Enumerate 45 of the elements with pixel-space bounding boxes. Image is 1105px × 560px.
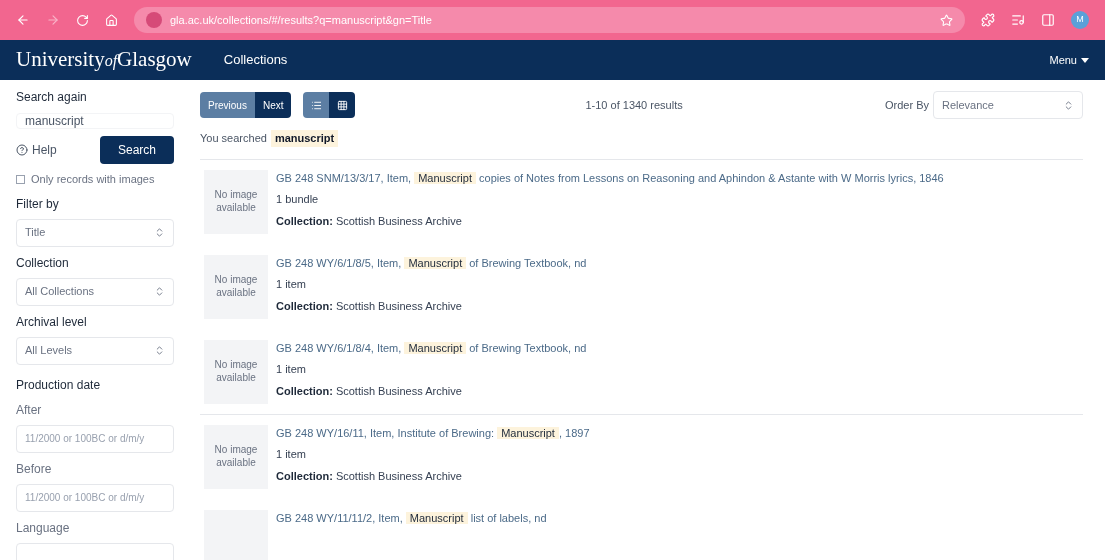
extent-text: 1 item bbox=[276, 277, 307, 292]
no-image-text: No image available bbox=[213, 274, 259, 299]
filter-select[interactable]: Title bbox=[16, 218, 174, 247]
url-text: gla.ac.uk/collections/#/results?q=manuscript&gn=Title bbox=[170, 12, 432, 28]
filter-label: Archival level bbox=[16, 313, 88, 331]
no-image-text: No image available bbox=[213, 444, 259, 469]
filter-select[interactable]: All Levels bbox=[16, 336, 174, 365]
filter-label: Before bbox=[16, 460, 53, 478]
order-by-label: Order By bbox=[885, 97, 929, 113]
filter-select[interactable]: All Collections bbox=[16, 277, 174, 306]
search-button[interactable]: Search bbox=[99, 136, 174, 164]
filter-field[interactable]: 11/2000 or 100BC or d/m/y bbox=[16, 424, 174, 453]
collection-text: Collection: Scottish Business Archive bbox=[276, 468, 463, 484]
result-title-link[interactable]: GB 248 SNM/13/3/17, Item, Manuscript copies of Notes from Lessons on Reasoning and Aphindon & Astante with W Morris lyrics, 1846 bbox=[276, 169, 944, 186]
results-count: 1-10 of 1340 results bbox=[585, 97, 683, 113]
search-again-label: Search again bbox=[16, 89, 88, 106]
extent-text: 1 bundle bbox=[276, 192, 320, 207]
result-title-link[interactable]: GB 248 WY/11/11/2, Item, Manuscript list of labels, nd bbox=[276, 509, 547, 526]
checkbox-label: Only records with images bbox=[31, 172, 155, 187]
filter-label: Language bbox=[16, 519, 71, 537]
order-by-select[interactable]: Relevance bbox=[933, 91, 1083, 119]
help-link[interactable]: Help bbox=[16, 141, 57, 159]
search-term: manuscript bbox=[270, 130, 339, 147]
filter-label: After bbox=[16, 401, 43, 419]
result-title-link[interactable]: GB 248 WY/16/11, Item, Institute of Brewing: Manuscript , 1897 bbox=[276, 424, 590, 441]
no-image-text: No image available bbox=[213, 359, 259, 384]
menu-button[interactable]: Menu bbox=[1049, 51, 1089, 69]
extent-text: 1 item bbox=[276, 362, 307, 377]
result-title-link[interactable]: GB 248 WY/6/1/8/4, Item, Manuscript of Brewing Textbook, nd bbox=[276, 339, 587, 356]
filter-label: Collection bbox=[16, 254, 70, 272]
pager-button[interactable]: Previous bbox=[200, 92, 255, 118]
searched-label: You searched bbox=[200, 131, 267, 146]
extent-text: 1 item bbox=[276, 447, 307, 462]
pager-button[interactable]: Next bbox=[254, 92, 292, 118]
collections-link[interactable]: Collections bbox=[223, 50, 288, 70]
university-logo[interactable]: UniversityofGlasgow bbox=[16, 44, 192, 76]
collection-text: Collection: Scottish Business Archive bbox=[276, 383, 463, 399]
collection-text: Collection: Scottish Business Archive bbox=[276, 213, 463, 229]
search-field[interactable]: manuscript bbox=[16, 113, 174, 129]
filter-field[interactable]: 11/2000 or 100BC or d/m/y bbox=[16, 483, 174, 512]
no-image-text: No image available bbox=[213, 189, 259, 214]
filter-label: Production date bbox=[16, 376, 102, 394]
result-title-link[interactable]: GB 248 WY/6/1/8/5, Item, Manuscript of Brewing Textbook, nd bbox=[276, 254, 587, 271]
filter-label: Filter by bbox=[16, 195, 60, 213]
collection-text: Collection: Scottish Business Archive bbox=[276, 298, 463, 314]
